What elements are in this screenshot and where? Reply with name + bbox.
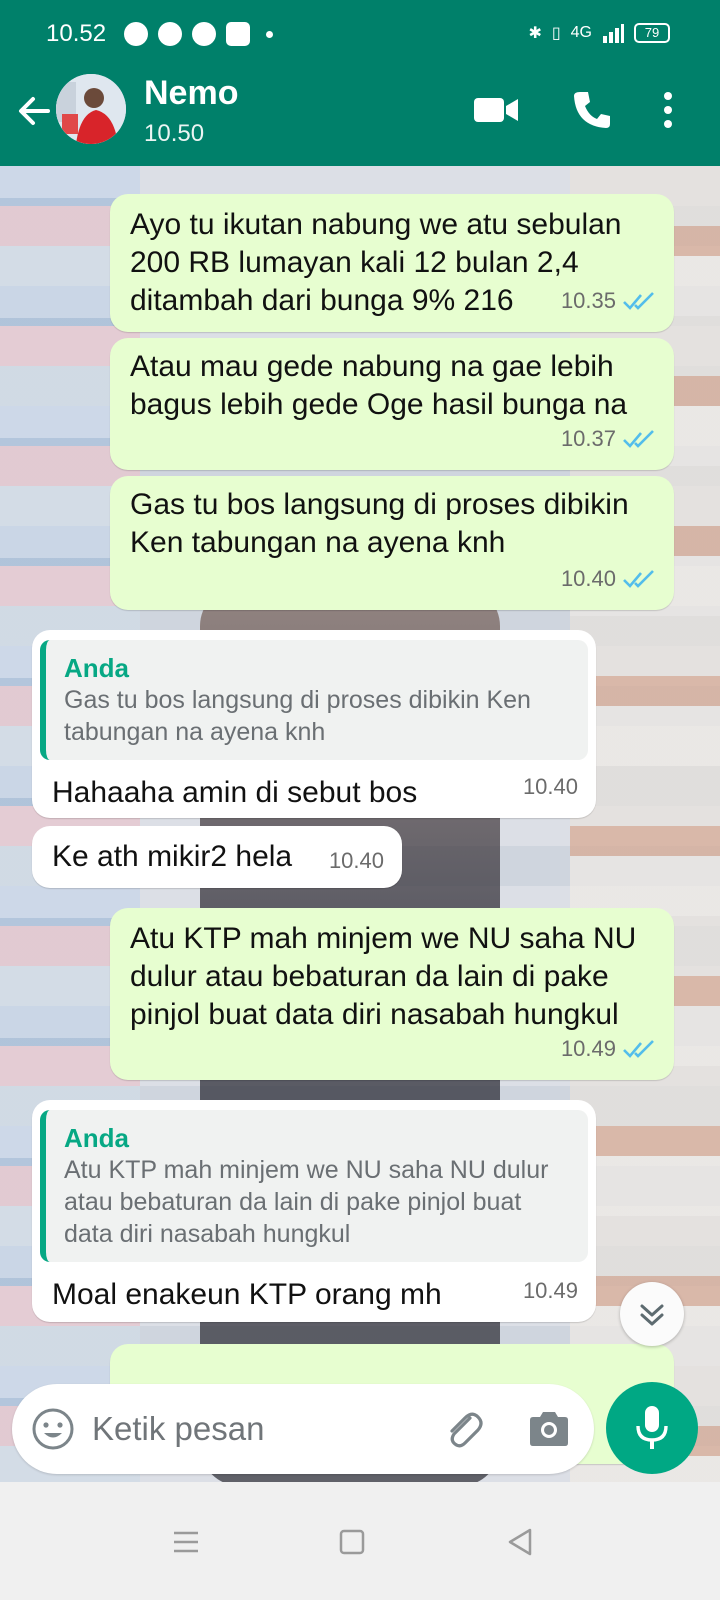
message-meta: 10.40 [329, 842, 384, 880]
quote-text: Gas tu bos langsung di proses dibikin Ke… [64, 686, 531, 746]
double-chevron-down-icon [640, 1304, 664, 1326]
read-ticks-icon [623, 1040, 654, 1058]
last-seen: 10.50 [144, 120, 205, 147]
back-icon[interactable] [500, 1522, 540, 1562]
notification-icons [124, 22, 273, 46]
app-notification-icon [226, 22, 250, 46]
microphone-icon [636, 1406, 668, 1449]
message-meta: 10.49 [561, 1030, 656, 1068]
message-input[interactable] [92, 1404, 412, 1454]
read-ticks-icon [623, 570, 654, 588]
message-bubble-incoming[interactable]: Anda Gas tu bos langsung di proses dibik… [32, 630, 596, 818]
signal-icon [603, 24, 624, 43]
bluetooth-icon: ✱ [528, 25, 542, 42]
chat-area[interactable]: Ayo tu ikutan nabung we atu sebulan 200 … [0, 166, 720, 1482]
message-time: 10.40 [522, 774, 578, 799]
contact-name[interactable]: Nemo [144, 74, 238, 113]
voice-call-icon[interactable] [570, 88, 614, 132]
message-text: Moal enakeun KTP orang mh [52, 1278, 442, 1311]
message-meta: 10.49 [523, 1272, 578, 1310]
video-call-icon[interactable] [472, 88, 520, 132]
emoji-icon[interactable] [30, 1406, 76, 1452]
recent-apps-icon[interactable] [166, 1522, 206, 1562]
more-notifications-dot [266, 30, 273, 38]
message-meta: 10.40 [523, 768, 578, 806]
message-time: 10.40 [328, 848, 384, 873]
read-ticks-icon [623, 292, 654, 310]
message-meta: 10.37 [561, 420, 656, 458]
vibrate-icon: ▯ [551, 25, 561, 42]
message-bubble-outgoing[interactable]: Atu KTP mah minjem we NU saha NU dulur a… [110, 908, 674, 1080]
message-time: 10.40 [560, 566, 616, 591]
message-meta: 10.35 [561, 282, 656, 320]
quote-text: Atu KTP mah minjem we NU saha NU dulur a… [64, 1156, 549, 1248]
message-time: 10.37 [560, 426, 616, 451]
message-time: 10.49 [522, 1278, 578, 1303]
home-icon[interactable] [332, 1522, 372, 1562]
scroll-to-bottom-button[interactable] [620, 1282, 684, 1346]
camera-icon[interactable] [526, 1406, 572, 1452]
message-text: Gas tu bos langsung di proses dibikin Ke… [130, 488, 629, 559]
network-type: 4G [570, 24, 592, 41]
quote-author: Anda [64, 653, 129, 683]
message-text: Hahaaha amin di sebut bos [52, 776, 418, 809]
message-bubble-outgoing[interactable]: Ayo tu ikutan nabung we atu sebulan 200 … [110, 194, 674, 332]
add-contact-icon [192, 22, 216, 46]
message-text: Atu KTP mah minjem we NU saha NU dulur a… [130, 922, 637, 1031]
message-bubble-incoming[interactable]: Ke ath mikir2 hela 10.40 [32, 826, 402, 888]
back-arrow-icon[interactable] [14, 88, 54, 134]
quoted-message[interactable]: Anda Gas tu bos langsung di proses dibik… [40, 640, 588, 760]
quote-author: Anda [64, 1123, 129, 1153]
message-time: 10.35 [560, 288, 616, 313]
message-time: 10.49 [560, 1036, 616, 1061]
message-text: Atau mau gede nabung na gae lebih bagus … [130, 350, 628, 421]
message-meta: 10.40 [561, 560, 656, 598]
status-bar: 10.52 ✱ ▯ 4G 79 [0, 0, 720, 72]
message-bubble-outgoing[interactable]: Gas tu bos langsung di proses dibikin Ke… [110, 476, 674, 610]
messenger-icon [124, 22, 148, 46]
status-time: 10.52 [46, 20, 107, 47]
battery-indicator: 79 [634, 23, 670, 43]
message-composer [12, 1384, 594, 1474]
message-bubble-outgoing[interactable]: Atau mau gede nabung na gae lebih bagus … [110, 338, 674, 470]
system-icons: ✱ ▯ 4G 79 [528, 22, 670, 44]
voice-message-button[interactable] [606, 1382, 698, 1474]
message-bubble-incoming[interactable]: Anda Atu KTP mah minjem we NU saha NU du… [32, 1100, 596, 1322]
more-options-icon[interactable] [660, 88, 676, 132]
avatar[interactable] [56, 74, 126, 144]
attachment-icon[interactable] [440, 1406, 486, 1452]
app-notification-icon [158, 22, 182, 46]
read-ticks-icon [623, 430, 654, 448]
quoted-message[interactable]: Anda Atu KTP mah minjem we NU saha NU du… [40, 1110, 588, 1262]
system-navigation-bar [0, 1482, 720, 1600]
chat-header: 10.52 ✱ ▯ 4G 79 Nemo 10.50 [0, 0, 720, 166]
